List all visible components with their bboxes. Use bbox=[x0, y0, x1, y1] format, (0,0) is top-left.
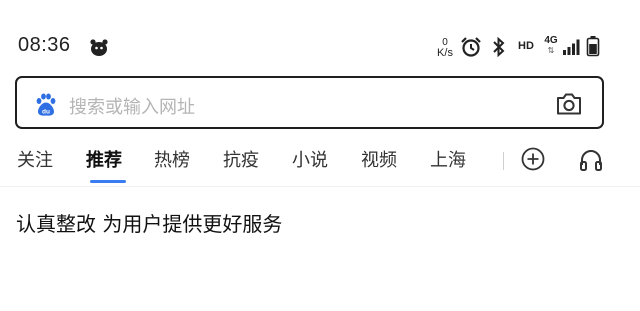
network-type-label: 4G bbox=[544, 35, 558, 46]
network-type: 4G ⇅ bbox=[543, 36, 559, 56]
content-divider bbox=[0, 186, 640, 187]
status-time: 08:36 bbox=[18, 34, 71, 56]
app-notification-icon bbox=[88, 37, 110, 61]
tabs-separator bbox=[503, 152, 504, 170]
signal-icon bbox=[562, 38, 580, 60]
status-bar: 08:36 0 K/s HD 4G ⇅ bbox=[0, 0, 640, 72]
battery-icon bbox=[586, 35, 600, 61]
search-placeholder[interactable]: 搜索或输入网址 bbox=[69, 93, 195, 119]
hd-label: HD bbox=[518, 40, 534, 52]
channel-tabs: 关注 推荐 热榜 抗疫 小说 视频 上海 bbox=[0, 140, 640, 186]
net-speed: 0 K/s bbox=[432, 37, 458, 59]
net-speed-unit: K/s bbox=[437, 47, 453, 59]
camera-icon[interactable] bbox=[555, 92, 583, 120]
tab-follow[interactable]: 关注 bbox=[17, 146, 53, 172]
active-tab-indicator bbox=[90, 180, 126, 183]
notice-text: 认真整改 为用户提供更好服务 bbox=[16, 212, 283, 236]
tab-anti-epidemic[interactable]: 抗疫 bbox=[223, 146, 259, 172]
network-arrows: ⇅ bbox=[547, 46, 555, 55]
tab-recommend[interactable]: 推荐 bbox=[86, 146, 122, 172]
svg-text:du: du bbox=[42, 109, 50, 116]
tab-video[interactable]: 视频 bbox=[361, 146, 397, 172]
tab-novel[interactable]: 小说 bbox=[292, 146, 328, 172]
browser-screen: 08:36 0 K/s HD 4G ⇅ du 搜索或输入网址 关注 推荐 热榜 … bbox=[0, 0, 640, 311]
plus-circle-icon[interactable] bbox=[520, 146, 546, 176]
search-bar[interactable]: du 搜索或输入网址 bbox=[15, 76, 604, 129]
baidu-paw-icon: du bbox=[33, 92, 59, 122]
tab-hot-list[interactable]: 热榜 bbox=[154, 146, 190, 172]
headphones-icon[interactable] bbox=[578, 148, 604, 176]
alarm-icon bbox=[460, 36, 482, 62]
tabs-fade bbox=[460, 140, 500, 180]
bluetooth-icon bbox=[490, 36, 508, 62]
